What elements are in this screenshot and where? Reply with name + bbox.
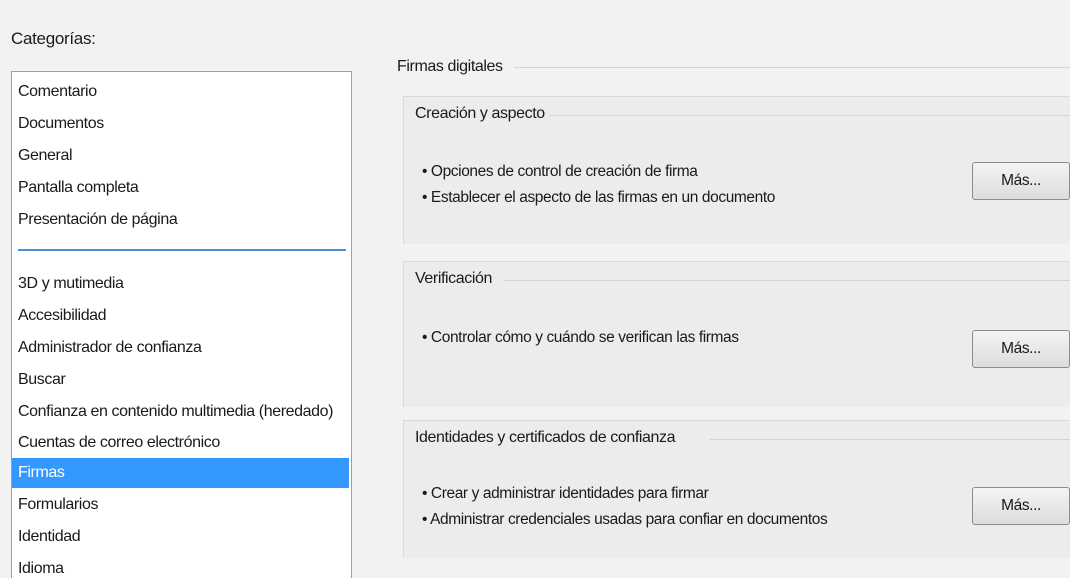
group-bullet: • Controlar cómo y cuándo se verifican l…	[422, 329, 739, 346]
group-divider	[504, 280, 1070, 281]
category-item-presentacion-de-pagina[interactable]: Presentación de página	[12, 205, 349, 235]
category-item-identidad[interactable]: Identidad	[12, 522, 349, 552]
group-bullet: • Administrar credenciales usadas para c…	[422, 511, 828, 528]
category-item-formularios[interactable]: Formularios	[12, 490, 349, 520]
categories-label: Categorías:	[11, 29, 96, 48]
group-creacion-y-aspecto: Creación y aspecto • Opciones de control…	[403, 96, 1070, 244]
section-divider	[514, 67, 1070, 68]
category-item-administrador-de-confianza[interactable]: Administrador de confianza	[12, 333, 349, 363]
category-separator	[18, 249, 346, 251]
group-divider	[710, 439, 1070, 440]
category-item-3d-y-multimedia[interactable]: 3D y mutimedia	[12, 269, 349, 299]
category-item-documentos[interactable]: Documentos	[12, 109, 349, 139]
group-title: Creación y aspecto	[415, 105, 549, 123]
group-bullet: • Establecer el aspecto de las firmas en…	[422, 189, 775, 206]
category-item-pantalla-completa[interactable]: Pantalla completa	[12, 173, 349, 203]
category-item-buscar[interactable]: Buscar	[12, 365, 349, 395]
group-bullet: • Crear y administrar identidades para f…	[422, 485, 709, 502]
group-title: Verificación	[415, 270, 497, 288]
identidades-mas-button[interactable]: Más...	[972, 487, 1070, 525]
preferences-signatures-panel: Categorías: Comentario Documentos Genera…	[0, 0, 1070, 578]
category-item-accesibilidad[interactable]: Accesibilidad	[12, 301, 349, 331]
group-identidades-y-certificados: Identidades y certificados de confianza …	[403, 420, 1070, 558]
group-divider	[544, 115, 1070, 116]
category-item-idioma[interactable]: Idioma	[12, 554, 349, 578]
category-item-cuentas-de-correo[interactable]: Cuentas de correo electrónico	[12, 428, 349, 458]
group-title: Identidades y certificados de confianza	[415, 429, 680, 447]
group-verificacion: Verificación • Controlar cómo y cuándo s…	[403, 261, 1070, 407]
verificacion-mas-button[interactable]: Más...	[972, 330, 1070, 368]
category-item-confianza-multimedia[interactable]: Confianza en contenido multimedia (hered…	[12, 397, 349, 427]
category-item-general[interactable]: General	[12, 141, 349, 171]
section-title: Firmas digitales	[397, 58, 503, 75]
category-item-comentario[interactable]: Comentario	[12, 77, 349, 107]
creacion-mas-button[interactable]: Más...	[972, 162, 1070, 200]
group-bullet: • Opciones de control de creación de fir…	[422, 163, 698, 180]
category-item-firmas[interactable]: Firmas	[12, 458, 349, 488]
categories-list[interactable]: Comentario Documentos General Pantalla c…	[11, 71, 352, 578]
